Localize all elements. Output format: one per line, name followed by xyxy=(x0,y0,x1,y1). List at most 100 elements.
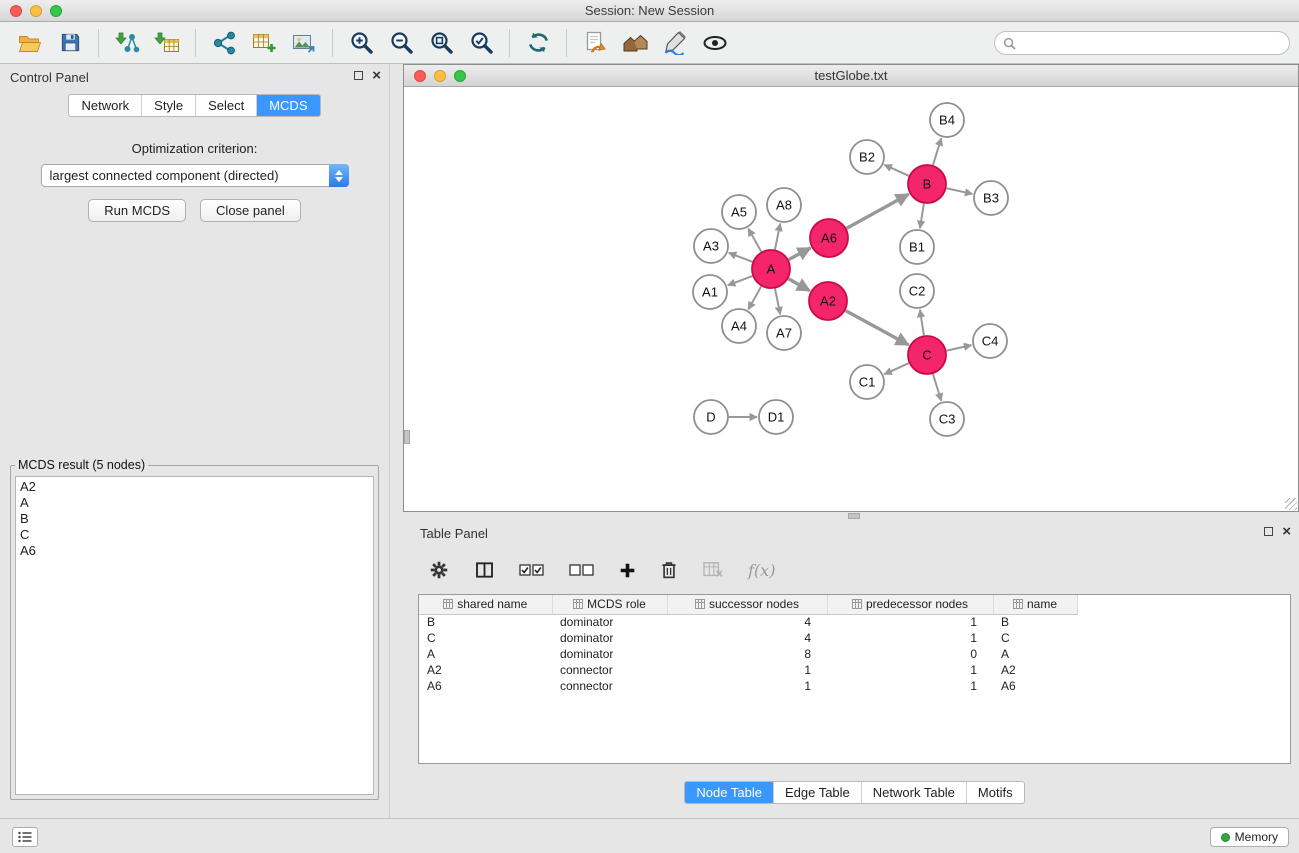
column-header[interactable]: successor nodes xyxy=(667,595,827,614)
add-column-button[interactable] xyxy=(619,562,636,579)
float-panel-icon[interactable] xyxy=(354,71,363,80)
zoom-out-button[interactable] xyxy=(381,26,421,60)
table-row[interactable]: A6connector11A6 xyxy=(419,678,1077,694)
table-cell[interactable]: A xyxy=(419,646,552,662)
node-C3[interactable]: C3 xyxy=(930,402,964,436)
node-B2[interactable]: B2 xyxy=(850,140,884,174)
zoom-fit-button[interactable] xyxy=(421,26,461,60)
float-panel-icon[interactable] xyxy=(1264,527,1273,536)
edge-A-A1[interactable] xyxy=(728,276,753,285)
edge-B-B2[interactable] xyxy=(884,165,908,176)
node-B1[interactable]: B1 xyxy=(900,230,934,264)
edge-A-A8[interactable] xyxy=(775,224,780,250)
open-session-button[interactable] xyxy=(10,26,50,60)
table-cell[interactable]: C xyxy=(993,630,1077,646)
table-cell[interactable]: dominator xyxy=(552,646,667,662)
network-canvas[interactable]: B4B2BB3A8A5A6A3B1AA1C2A2A4A7C4CC1C3DD1 xyxy=(404,87,1298,511)
tab-motifs[interactable]: Motifs xyxy=(967,782,1024,803)
table-cell[interactable]: B xyxy=(419,614,552,630)
table-cell[interactable]: 1 xyxy=(667,678,827,694)
zoom-in-button[interactable] xyxy=(341,26,381,60)
table-cell[interactable]: 1 xyxy=(827,662,993,678)
minimize-network-window-button[interactable] xyxy=(434,70,446,82)
node-table-container[interactable]: shared nameMCDS rolesuccessor nodesprede… xyxy=(418,594,1291,764)
column-header[interactable]: shared name xyxy=(419,595,552,614)
apply-layout-button[interactable] xyxy=(575,26,615,60)
edge-A-A7[interactable] xyxy=(775,289,780,315)
close-window-button[interactable] xyxy=(10,5,22,17)
edge-C-C4[interactable] xyxy=(947,345,972,351)
deselect-all-button[interactable] xyxy=(569,563,595,577)
node-A[interactable]: A xyxy=(752,250,790,288)
zoom-network-window-button[interactable] xyxy=(454,70,466,82)
table-cell[interactable]: 4 xyxy=(667,614,827,630)
edge-A-A2[interactable] xyxy=(788,279,809,291)
tab-style[interactable]: Style xyxy=(142,95,196,116)
edge-A-A3[interactable] xyxy=(729,253,753,262)
table-settings-button[interactable] xyxy=(428,559,450,581)
node-C2[interactable]: C2 xyxy=(900,274,934,308)
mcds-result-item[interactable]: A6 xyxy=(20,543,369,559)
new-network-button[interactable] xyxy=(204,26,244,60)
mcds-result-item[interactable]: C xyxy=(20,527,369,543)
column-header[interactable]: name xyxy=(993,595,1077,614)
tab-network-table[interactable]: Network Table xyxy=(862,782,967,803)
zoom-window-button[interactable] xyxy=(50,5,62,17)
edge-A-A4[interactable] xyxy=(748,286,761,309)
node-A8[interactable]: A8 xyxy=(767,188,801,222)
delete-column-button[interactable] xyxy=(660,560,678,580)
mcds-result-item[interactable]: A2 xyxy=(20,479,369,495)
import-table-button[interactable] xyxy=(147,26,187,60)
function-builder-button[interactable]: f(x) xyxy=(748,561,775,580)
edge-A6-B[interactable] xyxy=(847,194,909,228)
show-graphics-button[interactable] xyxy=(695,26,735,60)
node-A3[interactable]: A3 xyxy=(694,229,728,263)
table-row[interactable]: Cdominator41C xyxy=(419,630,1077,646)
select-all-button[interactable] xyxy=(519,563,545,577)
edge-C-C3[interactable] xyxy=(933,374,941,401)
table-cell[interactable]: A xyxy=(993,646,1077,662)
minimize-window-button[interactable] xyxy=(30,5,42,17)
table-cell[interactable]: dominator xyxy=(552,614,667,630)
edge-C-C2[interactable] xyxy=(920,310,924,335)
node-A5[interactable]: A5 xyxy=(722,195,756,229)
table-cell[interactable]: A2 xyxy=(993,662,1077,678)
task-history-button[interactable] xyxy=(12,827,38,847)
resize-handle[interactable] xyxy=(1285,498,1297,510)
table-row[interactable]: Bdominator41B xyxy=(419,614,1077,630)
edge-B-B4[interactable] xyxy=(933,138,941,165)
table-cell[interactable]: A6 xyxy=(993,678,1077,694)
edge-B-B1[interactable] xyxy=(920,204,924,228)
table-cell[interactable]: connector xyxy=(552,662,667,678)
split-pane-handle[interactable] xyxy=(404,430,410,444)
refresh-view-button[interactable] xyxy=(518,26,558,60)
tab-mcds[interactable]: MCDS xyxy=(257,95,319,116)
tab-edge-table[interactable]: Edge Table xyxy=(774,782,862,803)
column-header[interactable]: predecessor nodes xyxy=(827,595,993,614)
search-input[interactable] xyxy=(1021,36,1281,50)
node-A4[interactable]: A4 xyxy=(722,309,756,343)
table-row[interactable]: A2connector11A2 xyxy=(419,662,1077,678)
node-A2[interactable]: A2 xyxy=(809,282,847,320)
table-cell[interactable]: 1 xyxy=(827,614,993,630)
node-D[interactable]: D xyxy=(694,400,728,434)
import-network-button[interactable] xyxy=(107,26,147,60)
save-session-button[interactable] xyxy=(50,26,90,60)
table-cell[interactable]: 4 xyxy=(667,630,827,646)
run-mcds-button[interactable]: Run MCDS xyxy=(88,199,186,222)
table-cell[interactable]: C xyxy=(419,630,552,646)
export-image-button[interactable] xyxy=(284,26,324,60)
table-cell[interactable]: B xyxy=(993,614,1077,630)
table-cell[interactable]: 8 xyxy=(667,646,827,662)
node-C4[interactable]: C4 xyxy=(973,324,1007,358)
node-C1[interactable]: C1 xyxy=(850,365,884,399)
node-A6[interactable]: A6 xyxy=(810,219,848,257)
close-panel-button[interactable]: Close panel xyxy=(200,199,301,222)
search-box[interactable] xyxy=(994,31,1290,55)
zoom-selected-button[interactable] xyxy=(461,26,501,60)
edge-A-A5[interactable] xyxy=(748,229,761,252)
table-row[interactable]: Adominator80A xyxy=(419,646,1077,662)
memory-button[interactable]: Memory xyxy=(1210,827,1289,847)
node-A1[interactable]: A1 xyxy=(693,275,727,309)
table-cell[interactable]: A2 xyxy=(419,662,552,678)
